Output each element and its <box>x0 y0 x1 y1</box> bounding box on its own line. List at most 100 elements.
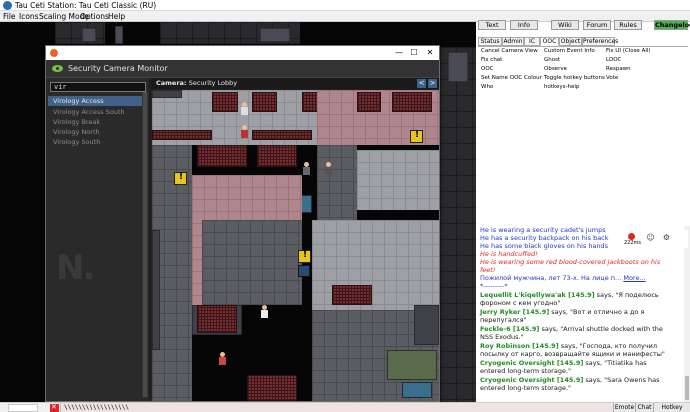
window-grille <box>257 145 297 167</box>
verb-looc[interactable]: LOOC <box>606 56 621 64</box>
floor-tiles <box>202 220 302 305</box>
watermark-logo: N. <box>56 248 95 288</box>
monitor-app-icon <box>50 49 58 57</box>
window-grille <box>252 92 277 112</box>
crew-member[interactable] <box>302 162 310 176</box>
text-button[interactable]: Text <box>478 20 506 30</box>
chat-button[interactable]: Chat <box>635 403 653 412</box>
verb-observe[interactable]: Observe <box>544 65 567 73</box>
scrollbar-thumb[interactable] <box>143 92 147 397</box>
eye-icon <box>52 65 63 72</box>
verb-hotkeys-help[interactable]: hotkeys-help <box>544 83 579 91</box>
verb-ooc[interactable]: OOC <box>481 65 494 73</box>
verb-respawn[interactable]: Respawn <box>606 65 631 73</box>
camera-item[interactable]: Virology Access South <box>48 107 148 117</box>
menu-file[interactable]: File <box>3 11 16 22</box>
verb-who[interactable]: Who <box>481 83 493 91</box>
record-icon[interactable] <box>628 233 635 240</box>
verb-vote[interactable]: Vote <box>606 74 618 82</box>
chat-line: entered long-term storage." <box>480 367 572 375</box>
gear-icon[interactable]: ⚙ <box>662 233 671 242</box>
chat-line: entered long-term storage." <box>480 384 572 392</box>
crew-member[interactable] <box>240 125 248 139</box>
chat-line: Jerry Ryker [145.9] says, "Вот и отлично… <box>480 308 645 316</box>
tab-admin[interactable]: Admin <box>502 37 524 46</box>
crew-body <box>241 130 248 138</box>
forum-button[interactable]: Forum <box>583 20 611 30</box>
system-tray <box>8 404 38 412</box>
smiley-icon[interactable]: ☺ <box>646 233 655 242</box>
camera-view[interactable] <box>152 90 439 401</box>
tab-ooc[interactable]: OOC <box>540 37 559 46</box>
emote-button[interactable]: Emote <box>613 403 635 412</box>
camera-title-bar: Camera: Security Lobby < > <box>151 78 439 89</box>
command-input[interactable]: \\\\\\\\\\\\\\\\\\ <box>60 403 613 412</box>
right-panel: Text Info Wiki Forum Rules Changelog Sta… <box>476 20 690 402</box>
maximize-button[interactable]: ☐ <box>407 46 421 60</box>
window-title: Tau Ceti Station: Tau Ceti Classic (RU) <box>15 1 157 10</box>
wiki-button[interactable]: Wiki <box>551 20 579 30</box>
window-grille <box>247 375 297 401</box>
app-icon <box>3 1 12 10</box>
machinery[interactable] <box>402 382 432 398</box>
changelog-button[interactable]: Changelog <box>654 20 690 30</box>
camera-item[interactable]: Virology Break <box>48 117 148 127</box>
menu-options[interactable]: Options <box>80 11 109 22</box>
window-grille <box>152 130 212 140</box>
close-button[interactable]: ✕ <box>423 46 437 60</box>
camera-list-scrollbar[interactable] <box>142 92 148 397</box>
camera-label: Camera: Security Lobby <box>156 79 238 87</box>
crew-member[interactable] <box>324 162 332 176</box>
verb-fix-chat[interactable]: Fix chat <box>481 56 502 64</box>
verb-cancel-camera-view[interactable]: Cancel Camera View <box>481 47 538 55</box>
verb-custom-event-info[interactable]: Custom Event Info <box>544 47 595 55</box>
verb-toggle-hotkey-buttons[interactable]: Toggle hotkey buttons <box>544 74 605 82</box>
camera-name: Security Lobby <box>188 79 238 87</box>
camera-item[interactable]: Virology North <box>48 127 148 137</box>
camera-list-panel: vir Virology Access Virology Access Sout… <box>46 78 150 401</box>
next-camera-button[interactable]: > <box>428 79 437 88</box>
chat-scrollbar[interactable] <box>684 226 690 402</box>
verb-set-name-ooc-colour[interactable]: Set Name OOC Colour <box>481 74 542 82</box>
verb-ghost[interactable]: Ghost <box>544 56 560 64</box>
room-wall <box>152 90 182 98</box>
chat-line: *---------* <box>480 282 508 290</box>
storage-crates[interactable] <box>387 350 437 380</box>
chat-line: посылку от карго, возвращайте ящики и ма… <box>480 350 665 358</box>
map-wall <box>448 52 468 82</box>
menu-icons[interactable]: Icons <box>19 11 39 22</box>
close-input-icon[interactable] <box>50 403 59 412</box>
prev-camera-button[interactable]: < <box>417 79 426 88</box>
chat-line: Roy Robinson [145.9] says, "Господа, кто… <box>480 342 658 350</box>
camera-monitor-window: — ☐ ✕ Security Camera Monitor vir Virolo… <box>45 45 440 402</box>
chat-line: Cryogenic Oversight [145.9] says, "Titia… <box>480 359 647 367</box>
chat-line: фороном с кем угодно" <box>480 299 561 307</box>
crew-member[interactable] <box>260 305 268 319</box>
crew-member[interactable] <box>218 352 226 366</box>
map-tiles <box>440 47 476 402</box>
monitor-title: Security Camera Monitor <box>68 64 168 73</box>
map-wall <box>260 28 290 42</box>
minimize-button[interactable]: — <box>392 46 406 60</box>
crew-body <box>219 357 226 365</box>
rules-button[interactable]: Rules <box>614 20 642 30</box>
more-link[interactable]: More... <box>623 274 645 282</box>
tab-preferences[interactable]: Preferences <box>582 37 618 46</box>
room-wall <box>414 305 439 345</box>
hazard-sign-icon <box>410 130 423 143</box>
hotkey-toggle-button[interactable]: Hotkey Toggle <box>653 403 690 412</box>
camera-item[interactable]: Virology South <box>48 137 148 147</box>
crew-member[interactable] <box>240 102 248 116</box>
tab-ic[interactable]: IC <box>524 37 540 46</box>
chat-log: He is wearing a security cadet's jumps H… <box>478 226 684 402</box>
tab-object[interactable]: Object <box>559 37 582 46</box>
map-wall <box>115 26 123 44</box>
verb-fix-ui[interactable]: Fix UI (Close All) <box>606 47 651 55</box>
camera-search-input[interactable]: vir <box>50 82 146 92</box>
equipment[interactable] <box>298 265 310 277</box>
tab-status[interactable]: Status <box>478 37 502 46</box>
menu-help[interactable]: Help <box>108 11 125 22</box>
camera-item[interactable]: Virology Access <box>48 96 148 106</box>
info-button[interactable]: Info <box>510 20 538 30</box>
scrollbar-thumb[interactable] <box>685 376 689 400</box>
